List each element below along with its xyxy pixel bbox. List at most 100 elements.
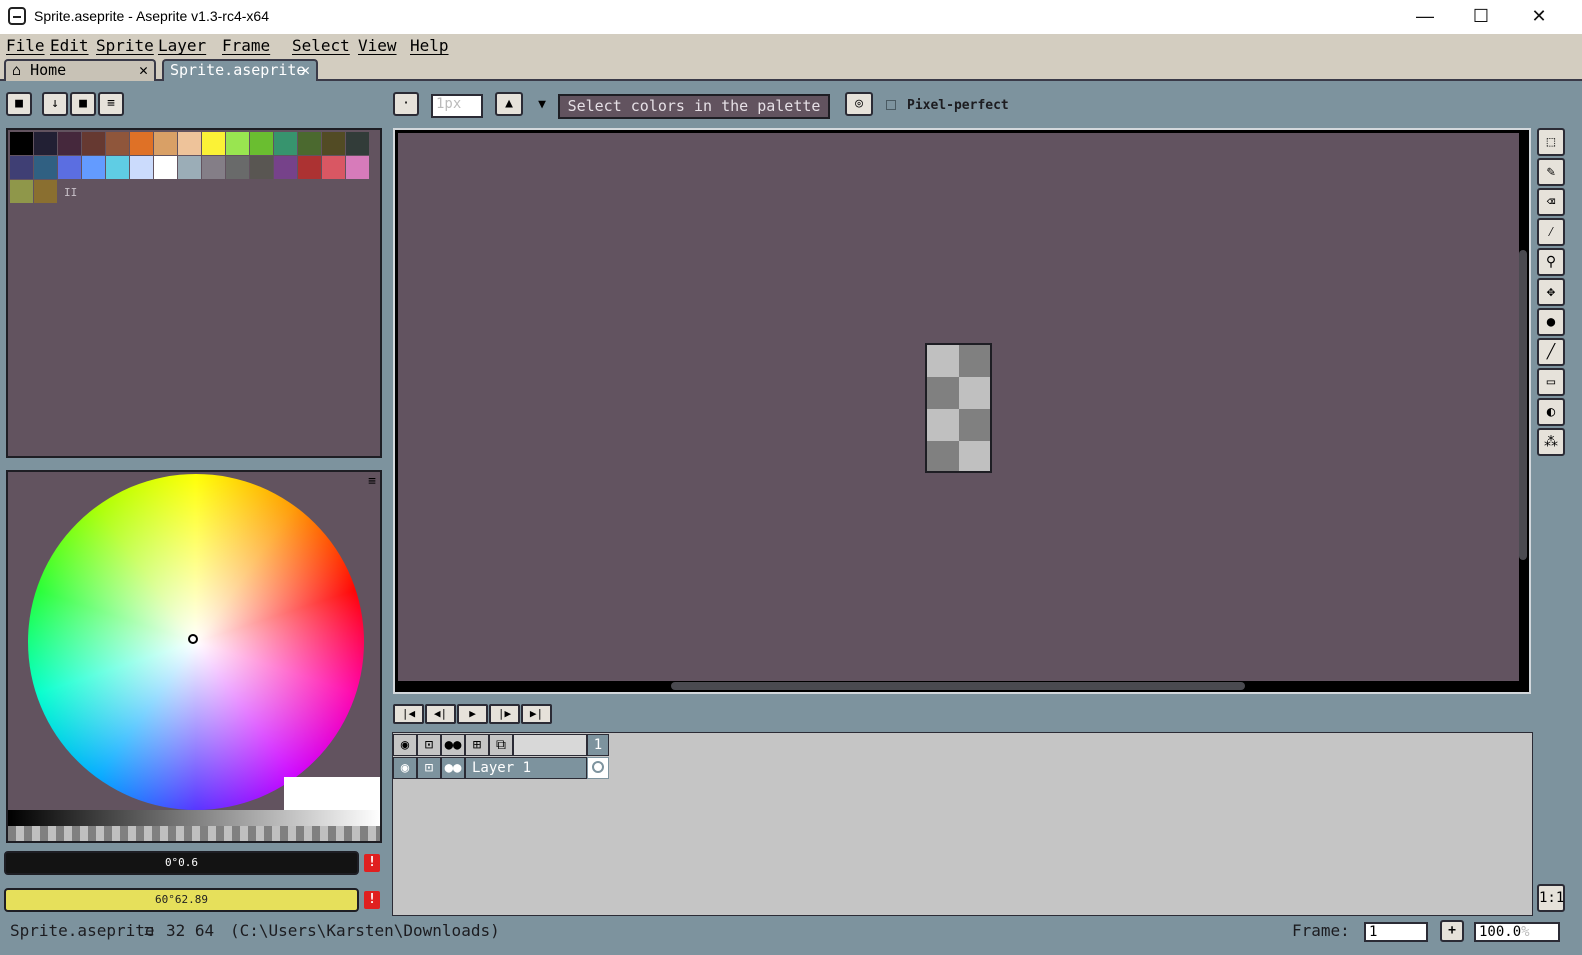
palette-swatch[interactable] (202, 156, 225, 179)
resize-handle-icon[interactable]: II (64, 186, 77, 199)
alpha-slider[interactable] (8, 826, 380, 841)
menu-select[interactable]: Select (292, 36, 350, 55)
ratio-button[interactable]: 1:1 (1537, 884, 1565, 912)
palette-swatch[interactable] (322, 132, 345, 155)
close-window-button[interactable]: ✕ (1512, 0, 1566, 34)
line-tool[interactable]: ╱ (1537, 338, 1565, 366)
color-picker-cursor[interactable] (188, 634, 198, 644)
first-frame-button[interactable]: |◀ (393, 704, 424, 724)
vertical-scrollbar[interactable] (1519, 250, 1527, 560)
palette-swatch[interactable] (178, 132, 201, 155)
menu-view[interactable]: View (358, 36, 397, 55)
tree-header-icon[interactable]: ⊞ (465, 734, 489, 756)
continuous-header-icon[interactable]: ●● (441, 734, 465, 756)
palette-swatch[interactable] (298, 156, 321, 179)
cel-1-1[interactable] (587, 757, 609, 779)
horizontal-scrollbar[interactable] (671, 682, 1245, 690)
pixel-perfect-checkbox[interactable] (886, 100, 896, 110)
tab-sprite[interactable]: Sprite.aseprite ✕ (162, 59, 318, 81)
palette-swatch[interactable] (34, 156, 57, 179)
tab-sprite-close-icon[interactable]: ✕ (301, 61, 310, 79)
eyedropper-tool[interactable]: ⁄ (1537, 218, 1565, 246)
palette-swatch[interactable] (82, 156, 105, 179)
palette-menu-button[interactable]: ≡ (98, 92, 124, 116)
ink-button[interactable]: ▲ (495, 92, 523, 116)
menu-layer[interactable]: Layer (158, 36, 206, 55)
background-color-bar[interactable]: 60°62.89 (4, 888, 359, 912)
zoom-input[interactable]: 100.0% (1474, 922, 1560, 942)
palette-swatch[interactable] (82, 132, 105, 155)
ink-dropdown-chevron-down-icon[interactable]: ▼ (532, 96, 552, 114)
palette-swatch[interactable] (10, 156, 33, 179)
tab-home[interactable]: ⌂ Home ✕ (4, 59, 156, 81)
add-frame-plus-icon[interactable]: + (1440, 920, 1464, 942)
visibility-header-eye-icon[interactable]: ◉ (393, 734, 417, 756)
rectangle-tool[interactable]: ▭ (1537, 368, 1565, 396)
palette-swatch[interactable] (154, 156, 177, 179)
symmetry-button[interactable]: ◎ (845, 92, 873, 116)
layer-continuous-icon[interactable]: ●● (441, 757, 465, 779)
palette-swatch[interactable] (58, 156, 81, 179)
value-slider[interactable] (8, 810, 380, 826)
menu-file[interactable]: File (6, 36, 45, 55)
tab-home-close-icon[interactable]: ✕ (139, 61, 148, 79)
pencil-tool[interactable]: ✎ (1537, 158, 1565, 186)
palette-swatch[interactable] (154, 132, 177, 155)
layer-name[interactable]: Layer 1 (465, 757, 587, 779)
brush-size-input[interactable]: 1px (431, 94, 483, 118)
color-wheel[interactable] (28, 474, 364, 810)
palette-swatch[interactable] (106, 132, 129, 155)
palette-save-button[interactable]: ■ (70, 92, 96, 116)
next-frame-button[interactable]: |▶ (489, 704, 520, 724)
palette-swatch[interactable] (346, 156, 369, 179)
palette-swatch[interactable] (130, 156, 153, 179)
palette-swatch[interactable] (274, 132, 297, 155)
palette-swatch[interactable] (250, 156, 273, 179)
contour-tool[interactable]: ◐ (1537, 398, 1565, 426)
menu-edit[interactable]: Edit (50, 36, 89, 55)
zoom-tool[interactable]: ⚲ (1537, 248, 1565, 276)
fg-warning-icon[interactable]: ! (364, 854, 380, 872)
foreground-color-bar[interactable]: 0°0.6 (4, 851, 359, 875)
palette-swatch[interactable] (226, 132, 249, 155)
palette-swatch[interactable] (322, 156, 345, 179)
palette-swatch[interactable] (130, 132, 153, 155)
fill-tool[interactable]: ● (1537, 308, 1565, 336)
menu-sprite[interactable]: Sprite (96, 36, 154, 55)
previous-frame-button[interactable]: ◀| (425, 704, 456, 724)
palette-swatch[interactable] (10, 132, 33, 155)
palette-swatch[interactable] (346, 132, 369, 155)
palette-options-button[interactable]: ↓ (42, 92, 68, 116)
eraser-tool[interactable]: ⌫ (1537, 188, 1565, 216)
palette-swatch[interactable] (226, 156, 249, 179)
palette-swatch[interactable] (10, 180, 33, 203)
palette-swatch[interactable] (250, 132, 273, 155)
play-button[interactable]: ▶ (457, 704, 488, 724)
sprite-canvas[interactable] (398, 133, 1519, 681)
menu-help[interactable]: Help (410, 36, 449, 55)
blur-tool[interactable]: ⁂ (1537, 428, 1565, 456)
wheel-options-menu-icon[interactable]: ≡ (368, 474, 376, 489)
brush-type-button[interactable]: · (393, 92, 419, 116)
palette-swatch[interactable] (34, 132, 57, 155)
palette-swatch[interactable] (274, 156, 297, 179)
palette-swatch[interactable] (298, 132, 321, 155)
menu-frame[interactable]: Frame (222, 36, 270, 55)
move-tool[interactable]: ✥ (1537, 278, 1565, 306)
last-frame-button[interactable]: ▶| (521, 704, 552, 724)
lock-palette-button[interactable]: ■ (6, 92, 32, 116)
minimize-button[interactable]: — (1398, 0, 1452, 34)
marquee-tool[interactable]: ⬚ (1537, 128, 1565, 156)
layer-visibility-eye-icon[interactable]: ◉ (393, 757, 417, 779)
palette-swatch[interactable] (34, 180, 57, 203)
bg-warning-icon[interactable]: ! (364, 891, 380, 909)
palette-swatch[interactable] (58, 132, 81, 155)
frame-header-1[interactable]: 1 (587, 734, 609, 756)
onion-skin-header-icon[interactable]: ⧉ (489, 734, 513, 756)
sprite-transparent-image[interactable] (925, 343, 992, 473)
maximize-button[interactable]: ☐ (1454, 0, 1508, 34)
palette-swatch[interactable] (106, 156, 129, 179)
lock-header-icon[interactable]: ⊡ (417, 734, 441, 756)
palette-swatch[interactable] (178, 156, 201, 179)
frame-input[interactable]: 1 (1364, 922, 1428, 942)
